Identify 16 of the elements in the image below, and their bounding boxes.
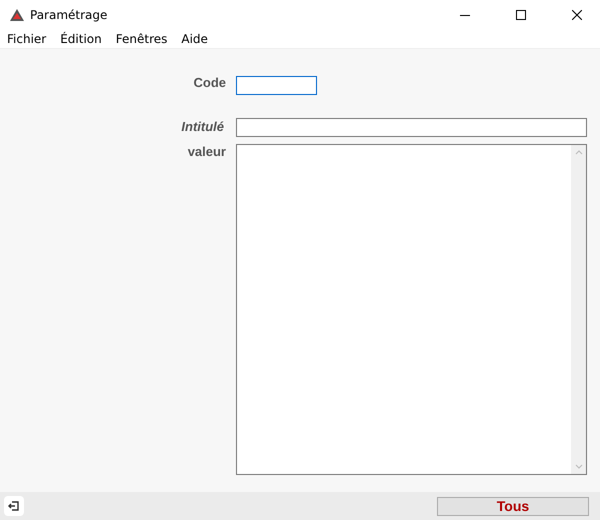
field-label: Code bbox=[192, 75, 226, 92]
all-button[interactable]: Tous bbox=[437, 496, 589, 516]
window-title: Paramétrage bbox=[30, 8, 108, 22]
menu-item[interactable]: Aide bbox=[181, 32, 208, 46]
exit-icon[interactable] bbox=[8, 500, 20, 512]
field-label: valeur bbox=[186, 144, 226, 161]
close-icon[interactable] bbox=[572, 10, 582, 20]
exit-button[interactable] bbox=[4, 496, 24, 516]
menu-item[interactable]: Fichier bbox=[7, 32, 46, 46]
app-icon bbox=[10, 9, 24, 21]
title-field[interactable] bbox=[236, 118, 587, 137]
menu-item[interactable]: Édition bbox=[60, 32, 102, 46]
field-label: Intitulé bbox=[180, 118, 225, 136]
maximize-icon[interactable] bbox=[516, 10, 526, 20]
menu-item[interactable]: Fenêtres bbox=[116, 32, 168, 46]
code-field[interactable] bbox=[236, 76, 317, 95]
